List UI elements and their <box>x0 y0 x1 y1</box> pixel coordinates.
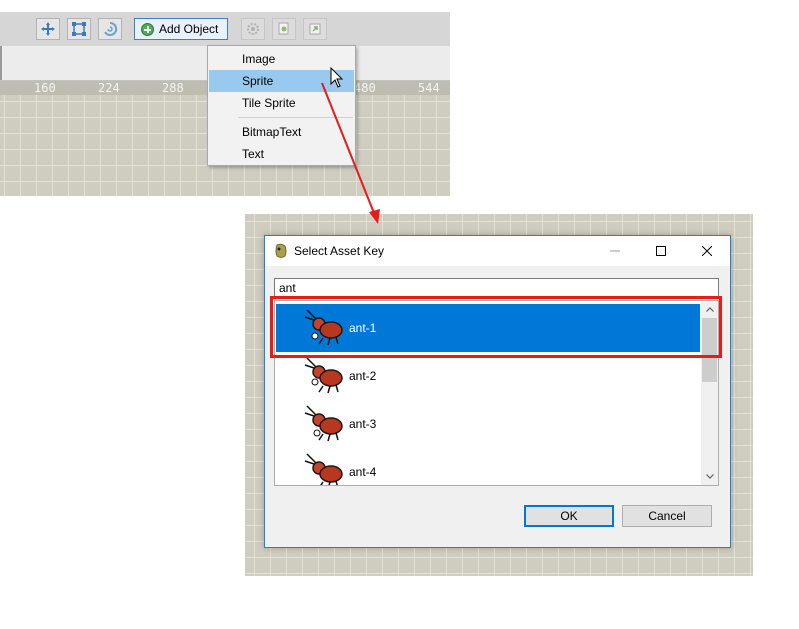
search-input[interactable] <box>274 278 719 298</box>
add-object-menu: Image Sprite Tile Sprite BitmapText Text <box>207 45 356 166</box>
rotate-tool-button[interactable] <box>98 18 122 40</box>
dialog-title: Select Asset Key <box>294 244 385 258</box>
ant-sprite-icon <box>304 357 343 394</box>
asset-label: ant-3 <box>349 417 377 431</box>
asset-label: ant-4 <box>349 465 377 479</box>
add-object-label: Add Object <box>159 22 219 36</box>
add-icon <box>141 22 154 36</box>
scroll-down-button[interactable] <box>701 468 718 485</box>
asset-row-ant-4[interactable]: ant-4 <box>276 448 700 485</box>
select-asset-key-dialog: Select Asset Key ant-1 <box>264 235 731 548</box>
menu-item-text[interactable]: Text <box>209 143 354 165</box>
move-tool-button[interactable] <box>36 18 60 40</box>
dialog-titlebar[interactable]: Select Asset Key <box>265 236 730 266</box>
menu-item-tile-sprite[interactable]: Tile Sprite <box>209 92 354 114</box>
asset-label: ant-2 <box>349 369 377 383</box>
maximize-button[interactable] <box>638 236 684 266</box>
copy-icon <box>278 22 289 35</box>
settings-button[interactable] <box>241 18 265 40</box>
editor-panel: Add Object 160 224 288 480 544 Image Spr… <box>0 12 450 196</box>
maximize-icon <box>656 246 666 256</box>
ant-sprite-icon <box>304 453 343 485</box>
settings-icon <box>247 23 259 35</box>
move-icon <box>41 22 55 36</box>
rotate-icon <box>104 21 118 36</box>
close-button[interactable] <box>684 236 730 266</box>
close-icon <box>702 246 712 256</box>
resize-icon <box>72 22 86 36</box>
minimize-icon <box>610 250 620 252</box>
cancel-button[interactable]: Cancel <box>622 505 712 527</box>
chevron-down-icon <box>705 474 714 479</box>
add-object-button[interactable]: Add Object <box>134 18 228 40</box>
ruler-label: 544 <box>418 81 440 95</box>
annotation-highlight-box <box>270 296 722 358</box>
ruler-label: 224 <box>98 81 120 95</box>
asset-row-ant-3[interactable]: ant-3 <box>276 400 700 448</box>
ant-sprite-icon <box>304 405 343 442</box>
export-icon <box>309 23 321 35</box>
ruler-label: 160 <box>34 81 56 95</box>
export-button[interactable] <box>303 18 327 40</box>
ok-button[interactable]: OK <box>524 505 614 527</box>
asset-row-ant-2[interactable]: ant-2 <box>276 352 700 400</box>
app-icon <box>275 243 287 258</box>
ruler-label: 288 <box>162 81 184 95</box>
menu-separator <box>238 117 353 118</box>
minimize-button[interactable] <box>592 236 638 266</box>
copy-button[interactable] <box>272 18 296 40</box>
ruler-label: 480 <box>354 81 376 95</box>
mouse-cursor-icon <box>330 67 344 88</box>
menu-item-bitmaptext[interactable]: BitmapText <box>209 121 354 143</box>
resize-tool-button[interactable] <box>67 18 91 40</box>
